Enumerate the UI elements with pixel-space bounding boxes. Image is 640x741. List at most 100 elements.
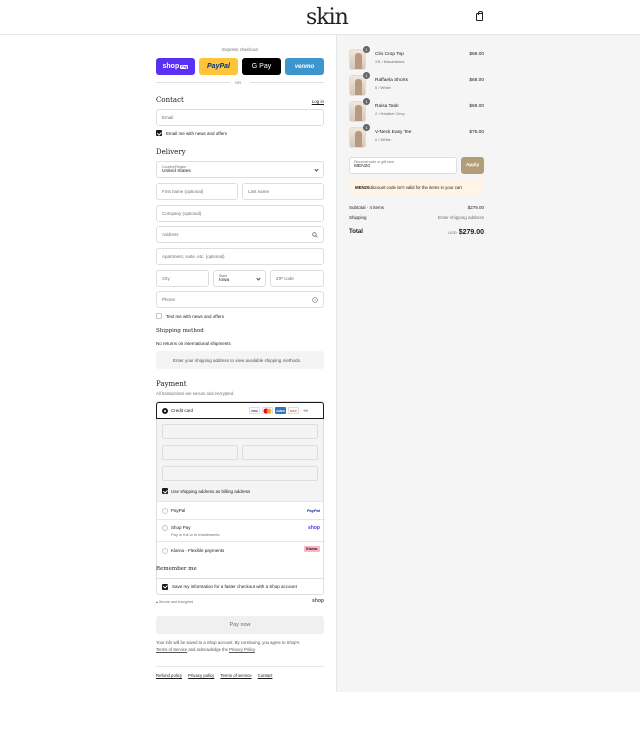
or-text: OR (235, 80, 241, 85)
discount-error-code: MEN20 (355, 185, 370, 190)
terms-of-service-link[interactable]: Terms of service (220, 673, 251, 678)
name-on-card-field[interactable] (162, 466, 318, 481)
shop-pay-radio[interactable] (162, 525, 168, 531)
credit-card-option[interactable]: Credit card VISA AMEX DISC +9 (156, 402, 324, 419)
apply-button[interactable]: Apply (461, 157, 484, 174)
shop-pay-label: Shop Pay (171, 525, 191, 530)
shipping-method-heading: Shipping method (156, 328, 204, 334)
store-logo[interactable]: skin (306, 5, 349, 30)
legal-text: Your info will be saved to a Shop accoun… (156, 639, 324, 653)
discount-error-text: discount code isn't valid for the items … (369, 185, 462, 190)
product-variant: 0 / White (375, 137, 391, 142)
total-amount-wrap: USD $279.00 (448, 229, 484, 236)
state-select[interactable]: State Iowa (213, 270, 266, 287)
zip-field[interactable]: ZIP code (270, 270, 324, 287)
discover-icon: DISC (288, 407, 299, 414)
legal-mid: and acknowledge the (187, 647, 230, 652)
shipping-row: Shipping Enter shipping address (349, 215, 484, 220)
paypal-label: PayPal (171, 508, 186, 513)
last-name-field[interactable]: Last name (242, 183, 324, 200)
login-link[interactable]: Log in (312, 99, 324, 104)
city-field[interactable]: City (156, 270, 209, 287)
shop-pay-logo: shop (308, 525, 320, 531)
text-news-label: Text me with news and offers (166, 314, 224, 319)
paypal-option[interactable]: PayPal PayPal (157, 502, 325, 520)
payment-subtitle: All transactions are secure and encrypte… (156, 391, 235, 396)
address-field[interactable]: Address (156, 226, 324, 243)
refund-policy-link[interactable]: Refund policy (156, 673, 182, 678)
card-number-field[interactable] (162, 424, 318, 439)
card-icons: VISA AMEX DISC +9 (249, 407, 308, 414)
product-name: Raffaela Shorts (375, 78, 408, 83)
product-variant: 0 / White (375, 85, 391, 90)
shop-pay-button[interactable]: shop Pay (156, 58, 195, 75)
security-code-field[interactable] (242, 445, 318, 460)
footer-divider (156, 666, 324, 667)
email-news-label: Email me with news and offers (166, 131, 227, 136)
google-pay-button[interactable]: G Pay (242, 58, 281, 75)
pay-now-button[interactable]: Pay now (156, 616, 324, 634)
total-label: Total (349, 229, 363, 235)
country-value: United States (162, 169, 191, 174)
privacy-policy-link[interactable]: Privacy policy (188, 673, 214, 678)
header: skin (0, 0, 640, 35)
email-field[interactable]: Email (156, 109, 324, 126)
text-news-checkbox[interactable] (156, 313, 162, 319)
shop-pay-badge: Pay (180, 64, 189, 69)
product-price: $68.00 (469, 52, 484, 57)
footer-links: Refund policy Privacy policy Terms of se… (156, 673, 272, 678)
shop-pay-option[interactable]: Shop Pay Pay in full or in installments … (157, 520, 325, 542)
klarna-logo: Klarna. (304, 546, 320, 552)
legal-line: Your info will be saved to a Shop accoun… (156, 640, 300, 645)
product-variant: 2 / Heather Grey (375, 111, 405, 116)
product-price: $68.00 (469, 78, 484, 83)
product-price: $75.00 (469, 130, 484, 135)
currency-code: USD (448, 230, 457, 235)
venmo-button[interactable]: venmo (285, 58, 324, 75)
credit-card-label: Credit card (171, 408, 194, 413)
remember-me-heading: Remember me (156, 566, 197, 572)
paypal-radio[interactable] (162, 508, 168, 514)
svg-text:?: ? (314, 299, 316, 303)
terms-link[interactable]: Terms of Service (156, 647, 187, 652)
contact-heading: Contact (156, 96, 184, 104)
credit-card-radio[interactable] (162, 408, 168, 414)
quantity-badge: 1 (363, 72, 370, 79)
billing-address-label: Use shipping address as billing address (171, 489, 251, 494)
shop-pay-text: shop (162, 63, 180, 70)
shipping-note: No returns on international shipments (156, 341, 231, 346)
shopping-bag-icon[interactable] (476, 11, 483, 21)
privacy-link[interactable]: Privacy Policy (229, 647, 255, 652)
first-name-field[interactable]: First name (optional) (156, 183, 238, 200)
express-buttons: shop Pay PayPal G Pay venmo (156, 58, 324, 75)
cart-item: 1 Raisa Tank 2 / Heather Grey $68.00 (349, 98, 484, 123)
discount-code-input[interactable]: Discount code or gift card MEN20 (349, 157, 457, 174)
company-field[interactable]: Company (optional) (156, 205, 324, 222)
shipping-label: Shipping (349, 215, 367, 220)
chevron-down-icon (256, 276, 261, 281)
product-name: V-Neck Easy Tee (375, 130, 412, 135)
contact-link[interactable]: Contact (258, 673, 273, 678)
paypal-logo: PayPal (306, 508, 320, 513)
expiry-field[interactable] (162, 445, 238, 460)
billing-address-checkbox[interactable] (162, 488, 168, 494)
email-news-checkbox[interactable] (156, 130, 162, 136)
payment-methods: Credit card VISA AMEX DISC +9 Use shippi… (156, 401, 325, 586)
help-icon[interactable]: ? (312, 297, 318, 303)
quantity-badge: 1 (363, 124, 370, 131)
quantity-badge: 1 (363, 98, 370, 105)
klarna-label: Klarna - Flexible payments (171, 548, 225, 553)
search-icon (312, 232, 318, 238)
country-select[interactable]: Country/Region United States (156, 161, 324, 178)
paypal-button[interactable]: PayPal (199, 58, 238, 75)
apartment-field[interactable]: Apartment, suite, etc. (optional) (156, 248, 324, 265)
more-cards-count: +9 (303, 408, 308, 413)
klarna-option[interactable]: Klarna - Flexible payments Klarna. (157, 542, 325, 560)
klarna-radio[interactable] (162, 548, 168, 554)
product-price: $68.00 (469, 104, 484, 109)
shop-pay-subtitle: Pay in full or in installments (171, 532, 220, 537)
product-name: Clio Crop Top (375, 52, 404, 57)
phone-field[interactable]: Phone ? (156, 291, 324, 308)
discount-value: MEN20 (354, 164, 370, 169)
save-info-checkbox[interactable] (162, 583, 168, 590)
